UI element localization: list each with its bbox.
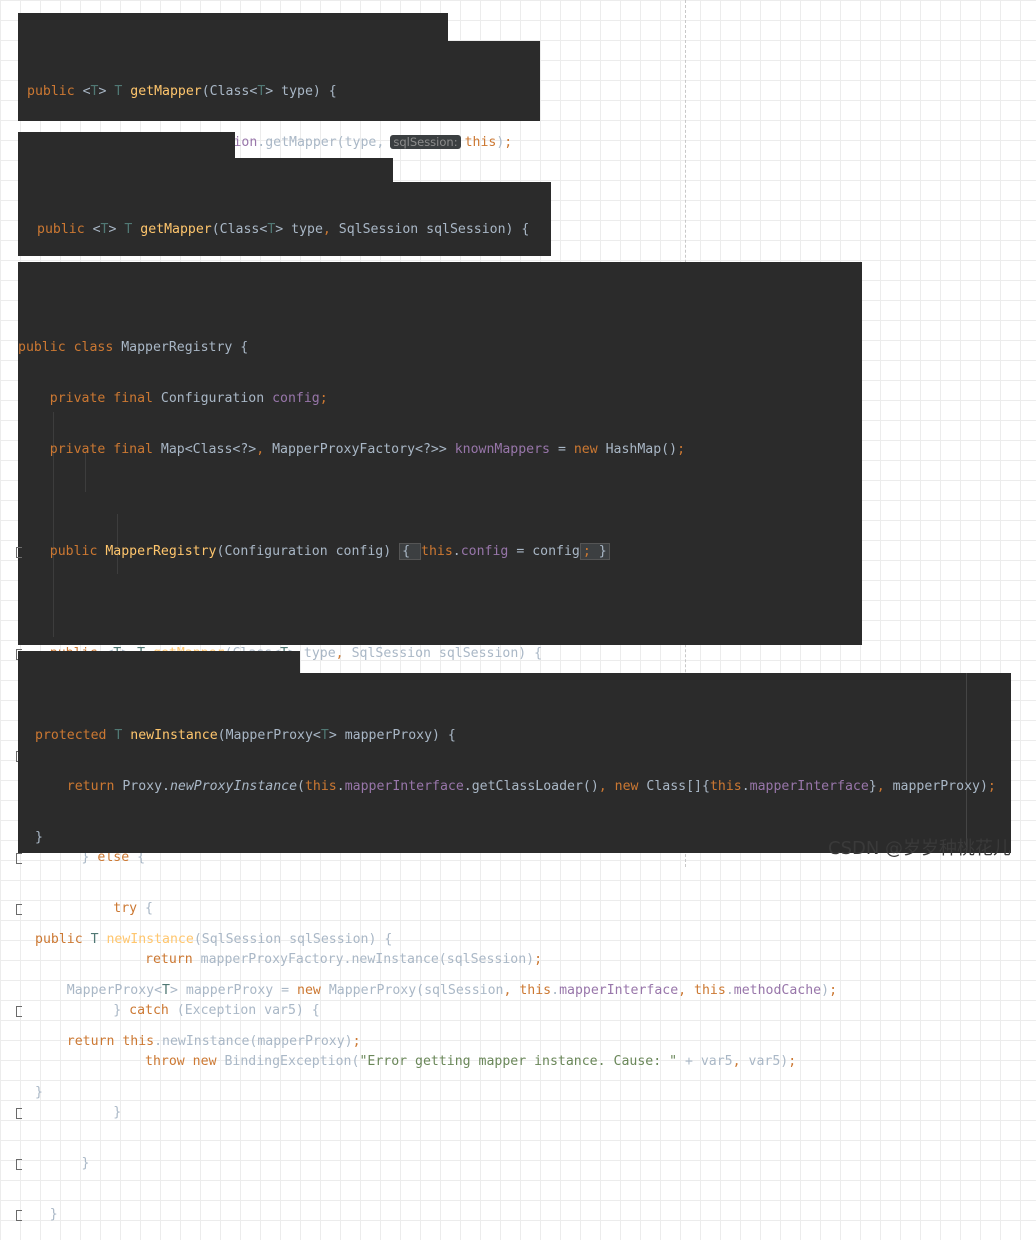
code-line: public class MapperRegistry { xyxy=(18,340,249,355)
code-block-default-sql-session: public <T> T getMapper(Class<T> type) { … xyxy=(18,41,540,201)
watermark: CSDN @岁岁种桃花儿 xyxy=(828,838,1012,859)
code-line: } catch (Exception var5) { xyxy=(16,1003,320,1018)
code-line: public MapperRegistry(Configuration conf… xyxy=(16,541,862,562)
code-line: return mapperProxyFactory.newInstance(sq… xyxy=(145,952,543,967)
code-line: throw new BindingException("Error gettin… xyxy=(145,1054,797,1069)
code-line: protected T newInstance(MapperProxy<T> m… xyxy=(35,728,456,743)
param-hint: sqlSession: xyxy=(390,135,461,149)
code-block-mapper-proxy-factory-title: public class MapperProxyFactory<T> xyxy=(18,651,300,700)
code-line: private final Map<Class<?>, MapperProxyF… xyxy=(49,442,686,457)
code-block-configuration-title: public class Configuration xyxy=(18,132,235,183)
code-line: try { xyxy=(16,898,862,919)
code-line: return this.newInstance(mapperProxy); xyxy=(66,1034,361,1049)
code-line: public <T> T getMapper(Class<T> type, Sq… xyxy=(37,222,530,237)
code-line: } xyxy=(35,1085,43,1100)
code-line: MapperProxy<T> mapperProxy = new MapperP… xyxy=(35,983,838,998)
code-line: } xyxy=(16,1156,90,1171)
code-block-configuration: public <T> T getMapper(Class<T> type, Sq… xyxy=(18,182,551,339)
code-block-mapper-registry: public class MapperRegistry { private fi… xyxy=(16,262,862,1222)
code-line: private final Configuration config; xyxy=(49,391,328,406)
code-block-configuration-field: protected final MapperRegistry mapperReg… xyxy=(18,158,393,208)
code-line: public T newInstance(SqlSession sqlSessi… xyxy=(35,932,393,947)
code-line: } xyxy=(16,1207,58,1222)
code-line: public <T> T getMapper(Class<T> type) { xyxy=(27,84,337,99)
code-block-default-sql-session-title: public class DefaultSqlSession implement… xyxy=(18,13,448,65)
code-line: return Proxy.newProxyInstance(this.mappe… xyxy=(66,779,996,794)
code-block-mapper-proxy-factory: protected T newInstance(MapperProxy<T> m… xyxy=(18,673,1011,1100)
code-line: } xyxy=(16,1105,122,1120)
